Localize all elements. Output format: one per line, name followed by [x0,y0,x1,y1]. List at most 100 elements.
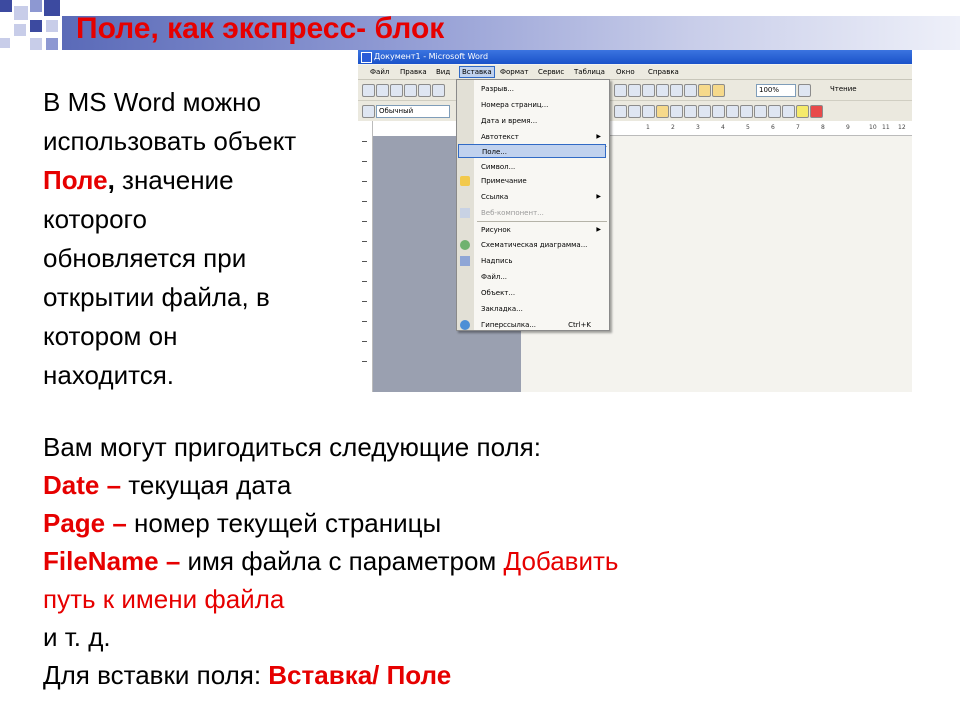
fields-section: Вам могут пригодиться следующие поля: Da… [43,428,943,694]
intro-line: Поле, значение [43,161,363,200]
decor-square [30,20,42,32]
insert-prefix: Для вставки поля: [43,660,269,690]
reading-button[interactable]: Чтение [828,84,866,95]
menu-item-field[interactable]: Поле... [458,144,606,158]
menu-item-bookmark[interactable]: Закладка... [481,302,605,316]
menu-item-textbox[interactable]: Надпись [481,254,605,268]
format-painter-icon[interactable] [698,84,711,97]
menu-item-hyperlink[interactable]: Гиперссылка... Ctrl+K [481,318,605,332]
save-icon[interactable] [390,84,403,97]
menu-format[interactable]: Формат [500,68,528,76]
field-filename-param: Добавить [503,546,619,576]
field-filename-key: FileName – [43,546,181,576]
standard-toolbar: 100% Чтение [358,80,912,101]
intro-line: открытии файла, в [43,282,270,312]
word-screenshot: Документ1 - Microsoft Word Файл Правка В… [358,50,912,392]
menu-item-picture[interactable]: Рисунок ▶ [481,223,605,237]
word-title-bar: Документ1 - Microsoft Word [358,50,912,64]
ruler-number: 9 [846,124,850,131]
menu-item-autotext-label: Автотекст [481,133,519,141]
open-icon[interactable] [376,84,389,97]
menu-file[interactable]: Файл [370,68,389,76]
redo-icon[interactable] [684,84,697,97]
field-filename-desc: имя файла с параметром [180,546,504,576]
submenu-arrow-icon: ▶ [596,226,601,233]
help-icon[interactable] [798,84,811,97]
decor-square [30,38,42,50]
zoom-combo[interactable]: 100% [756,84,796,97]
ruler-number: 12 [898,124,906,131]
menu-item-comment[interactable]: Примечание [481,174,605,188]
submenu-arrow-icon: ▶ [596,193,601,200]
intro-line: использовать объект [43,126,297,156]
menu-item-autotext[interactable]: Автотекст ▶ [481,130,605,144]
underline-icon[interactable] [642,105,655,118]
hyperlink-shortcut: Ctrl+K [568,321,591,329]
intro-paragraph: В MS Word можно использовать объект Поле… [43,83,363,395]
justify-icon[interactable] [698,105,711,118]
decor-square [46,20,58,32]
menu-item-reference[interactable]: Ссылка ▶ [481,190,605,204]
print-icon[interactable] [404,84,417,97]
increase-indent-icon[interactable] [768,105,781,118]
border-icon[interactable] [782,105,795,118]
spell-icon[interactable] [432,84,445,97]
menu-item-symbol[interactable]: Символ... [481,160,605,174]
menu-item-date-time[interactable]: Дата и время... [481,114,605,128]
menu-item-page-numbers[interactable]: Номера страниц... [481,98,605,112]
menu-view[interactable]: Вид [436,68,450,76]
menu-insert[interactable]: Вставка [459,66,495,78]
italic-icon[interactable] [628,105,641,118]
align-left-icon[interactable] [656,105,669,118]
align-center-icon[interactable] [670,105,683,118]
table-icon[interactable] [614,84,627,97]
field-filename-line: FileName – имя файла с параметром Добави… [43,542,943,580]
columns-icon[interactable] [628,84,641,97]
font-color-icon[interactable] [810,105,823,118]
insert-instruction: Для вставки поля: Вставка/ Поле [43,656,943,694]
vertical-ruler [358,121,373,392]
field-page-line: Page – номер текущей страницы [43,504,943,542]
menu-edit[interactable]: Правка [400,68,427,76]
field-filename-param-cont: путь к имени файла [43,584,285,614]
bold-icon[interactable] [614,105,627,118]
bullets-icon[interactable] [740,105,753,118]
field-term: Поле [43,165,108,195]
word-window-title: Документ1 - Microsoft Word [374,52,489,61]
decor-square [44,0,60,16]
textbox-icon [460,256,470,266]
style-combo[interactable]: Обычный [376,105,450,118]
highlight-icon[interactable] [796,105,809,118]
ruler-number: 7 [796,124,800,131]
menu-item-diagram[interactable]: Схематическая диаграмма... [481,238,605,252]
menu-table[interactable]: Таблица [574,68,605,76]
field-page-key: Page – [43,508,127,538]
undo-icon[interactable] [670,84,683,97]
paragraph-mark-icon[interactable] [712,84,725,97]
decrease-indent-icon[interactable] [754,105,767,118]
numbering-icon[interactable] [726,105,739,118]
menu-item-file[interactable]: Файл... [481,270,605,284]
new-doc-icon[interactable] [362,84,375,97]
menu-window[interactable]: Окно [616,68,635,76]
ruler-number: 11 [882,124,890,131]
comment-icon [460,176,470,186]
ruler-number: 2 [671,124,675,131]
align-right-icon[interactable] [684,105,697,118]
ruler-number: 1 [646,124,650,131]
menu-icon-strip [457,80,474,330]
line-spacing-icon[interactable] [712,105,725,118]
styles-icon[interactable] [362,105,375,118]
intro-line: находится. [43,360,175,390]
menu-item-break[interactable]: Разрыв... [481,82,605,96]
drawing-icon[interactable] [642,84,655,97]
field-page-desc: номер текущей страницы [126,508,442,538]
menu-help[interactable]: Справка [648,68,679,76]
preview-icon[interactable] [418,84,431,97]
ruler-number: 8 [821,124,825,131]
decor-square [0,38,10,48]
field-date-desc: текущая дата [121,470,292,500]
menu-tools[interactable]: Сервис [538,68,564,76]
doc-map-icon[interactable] [656,84,669,97]
menu-item-object[interactable]: Объект... [481,286,605,300]
